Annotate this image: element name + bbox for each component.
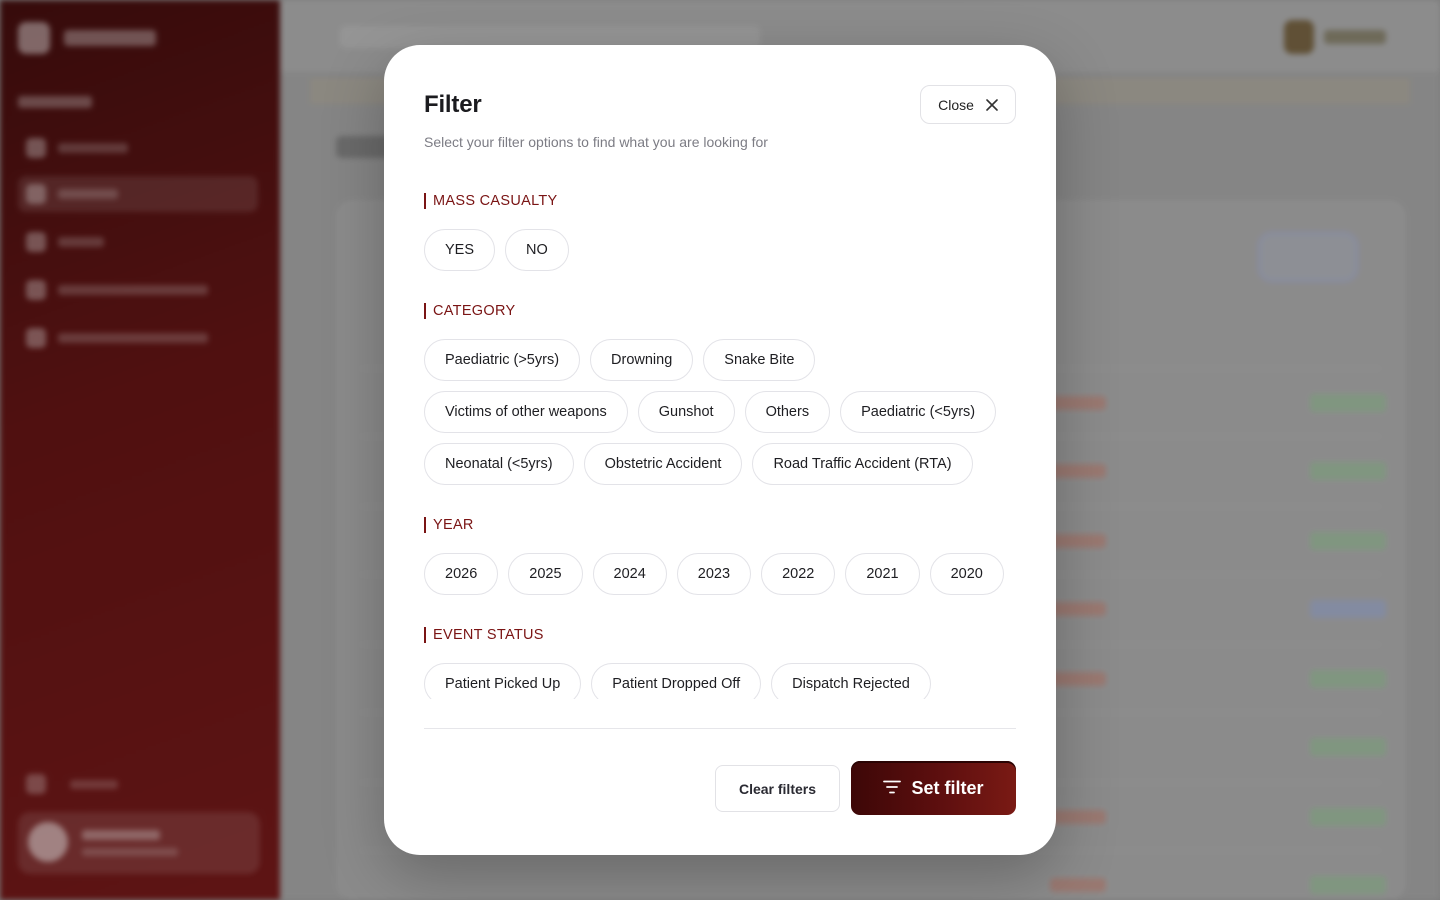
chip-category[interactable]: Paediatric (>5yrs)	[424, 339, 581, 381]
filter-options-scroll[interactable]: MASS CASUALTY YES NO CATEGORY Paediatric…	[424, 185, 1024, 699]
section-heading: MASS CASUALTY	[424, 193, 1024, 209]
chip-year[interactable]: 2026	[424, 553, 499, 595]
chip-year[interactable]: 2024	[592, 553, 667, 595]
chip-event-status[interactable]: Dispatch Rejected	[771, 663, 931, 699]
chip-mass-casualty-yes[interactable]: YES	[424, 229, 496, 271]
chip-year[interactable]: 2023	[676, 553, 752, 595]
close-label: Close	[938, 96, 974, 113]
chip-category[interactable]: Paediatric (<5yrs)	[840, 391, 997, 433]
close-button[interactable]: Close	[920, 85, 1016, 124]
chip-year[interactable]: 2021	[845, 553, 920, 595]
set-filter-label: Set filter	[911, 777, 984, 798]
close-icon	[986, 98, 998, 111]
chip-year[interactable]: 2025	[508, 553, 583, 595]
section-heading: YEAR	[424, 517, 1024, 533]
section-mass-casualty: MASS CASUALTY YES NO	[424, 193, 1024, 271]
chip-category[interactable]: Gunshot	[637, 391, 735, 433]
chip-category[interactable]: Others	[744, 391, 831, 433]
section-category: CATEGORY Paediatric (>5yrs) Drowning Sna…	[424, 303, 1024, 485]
chip-category[interactable]: Road Traffic Accident (RTA)	[752, 443, 973, 485]
chip-year[interactable]: 2020	[929, 553, 1004, 595]
chip-event-status[interactable]: Patient Picked Up	[424, 663, 582, 699]
filter-modal: Filter Select your filter options to fin…	[384, 45, 1056, 855]
filter-lines-icon	[883, 778, 902, 799]
section-heading: CATEGORY	[424, 303, 1024, 319]
chip-mass-casualty-no[interactable]: NO	[505, 229, 569, 271]
modal-subtitle: Select your filter options to find what …	[424, 134, 768, 150]
chip-category[interactable]: Obstetric Accident	[583, 443, 743, 485]
section-heading: EVENT STATUS	[424, 627, 1024, 643]
chip-event-status[interactable]: Patient Dropped Off	[591, 663, 762, 699]
chip-category[interactable]: Victims of other weapons	[424, 391, 628, 433]
clear-filters-button[interactable]: Clear filters	[715, 765, 840, 812]
set-filter-button[interactable]: Set filter	[851, 761, 1016, 815]
chip-category[interactable]: Neonatal (<5yrs)	[424, 443, 574, 485]
chip-category[interactable]: Snake Bite	[703, 339, 816, 381]
section-event-status: EVENT STATUS Patient Picked Up Patient D…	[424, 627, 1024, 699]
chip-category[interactable]: Drowning	[590, 339, 694, 381]
footer-divider	[424, 728, 1016, 729]
modal-title: Filter	[424, 91, 482, 118]
chip-year[interactable]: 2022	[761, 553, 836, 595]
section-year: YEAR 2026 2025 2024 2023 2022 2021 2020	[424, 517, 1024, 595]
